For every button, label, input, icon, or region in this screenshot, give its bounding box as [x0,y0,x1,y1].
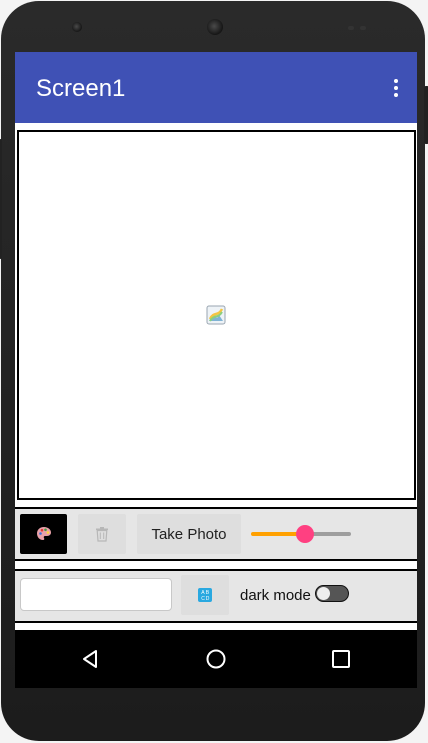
dark-mode-switch[interactable] [315,585,349,602]
app-screen: Screen1 Take Photo A B C D dark mode [15,52,417,630]
settings-row: A B C D dark mode [15,569,417,623]
svg-text:C: C [201,596,205,602]
overflow-menu-icon[interactable] [391,79,401,97]
clear-button[interactable] [78,514,126,554]
tool-row: Take Photo [15,507,417,561]
front-camera-icon [207,19,223,35]
text-input[interactable] [20,578,172,611]
slider-thumb[interactable] [296,525,314,543]
front-sensor-icon [72,22,82,32]
palette-button[interactable] [20,514,67,554]
system-nav-bar [15,630,417,688]
side-power-button [424,86,428,144]
light-sensor [360,26,366,30]
image-placeholder-icon [206,305,226,325]
abc-text-icon: A B C D [198,588,212,602]
app-bar: Screen1 [15,52,417,123]
recents-square-icon[interactable] [329,647,353,671]
take-photo-button[interactable]: Take Photo [137,514,241,554]
palette-icon [36,527,51,540]
back-triangle-icon[interactable] [79,647,103,671]
trash-icon [96,527,108,542]
app-title: Screen1 [36,75,126,102]
text-to-speech-button[interactable]: A B C D [181,575,229,615]
proximity-sensor [348,26,354,30]
brush-size-slider[interactable] [251,522,351,546]
dark-mode-label: dark mode [240,587,311,604]
switch-knob [317,587,330,600]
side-volume-button [0,139,2,259]
drawing-canvas[interactable] [17,130,416,500]
home-circle-icon[interactable] [204,647,228,671]
svg-text:D: D [206,596,210,602]
